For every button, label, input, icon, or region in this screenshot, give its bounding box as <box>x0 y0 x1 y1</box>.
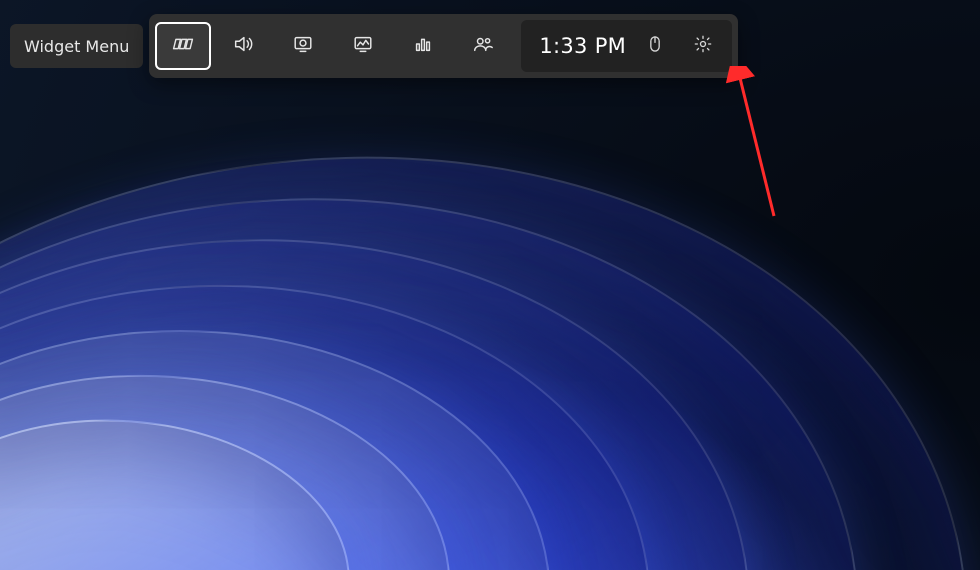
performance-icon <box>352 33 374 59</box>
clock-time: 1:33 PM <box>539 34 626 58</box>
speaker-icon <box>232 33 254 59</box>
widget-menu-button[interactable] <box>155 22 211 70</box>
bar-chart-icon <box>412 33 434 59</box>
xbox-social-button[interactable] <box>455 22 511 70</box>
mouse-icon <box>645 34 665 58</box>
clock-group: 1:33 PM <box>521 20 732 72</box>
click-through-button[interactable] <box>636 27 674 65</box>
settings-button[interactable] <box>684 27 722 65</box>
people-icon <box>472 33 494 59</box>
tooltip-label: Widget Menu <box>24 37 129 56</box>
resources-button[interactable] <box>395 22 451 70</box>
widget-menu-icon <box>172 33 194 59</box>
desktop-wallpaper <box>0 0 980 570</box>
capture-icon <box>292 33 314 59</box>
tooltip-widget-menu: Widget Menu <box>10 24 143 68</box>
audio-button[interactable] <box>215 22 271 70</box>
gear-icon <box>693 34 713 58</box>
performance-button[interactable] <box>335 22 391 70</box>
game-bar-toolbar: 1:33 PM <box>149 14 738 78</box>
capture-button[interactable] <box>275 22 331 70</box>
